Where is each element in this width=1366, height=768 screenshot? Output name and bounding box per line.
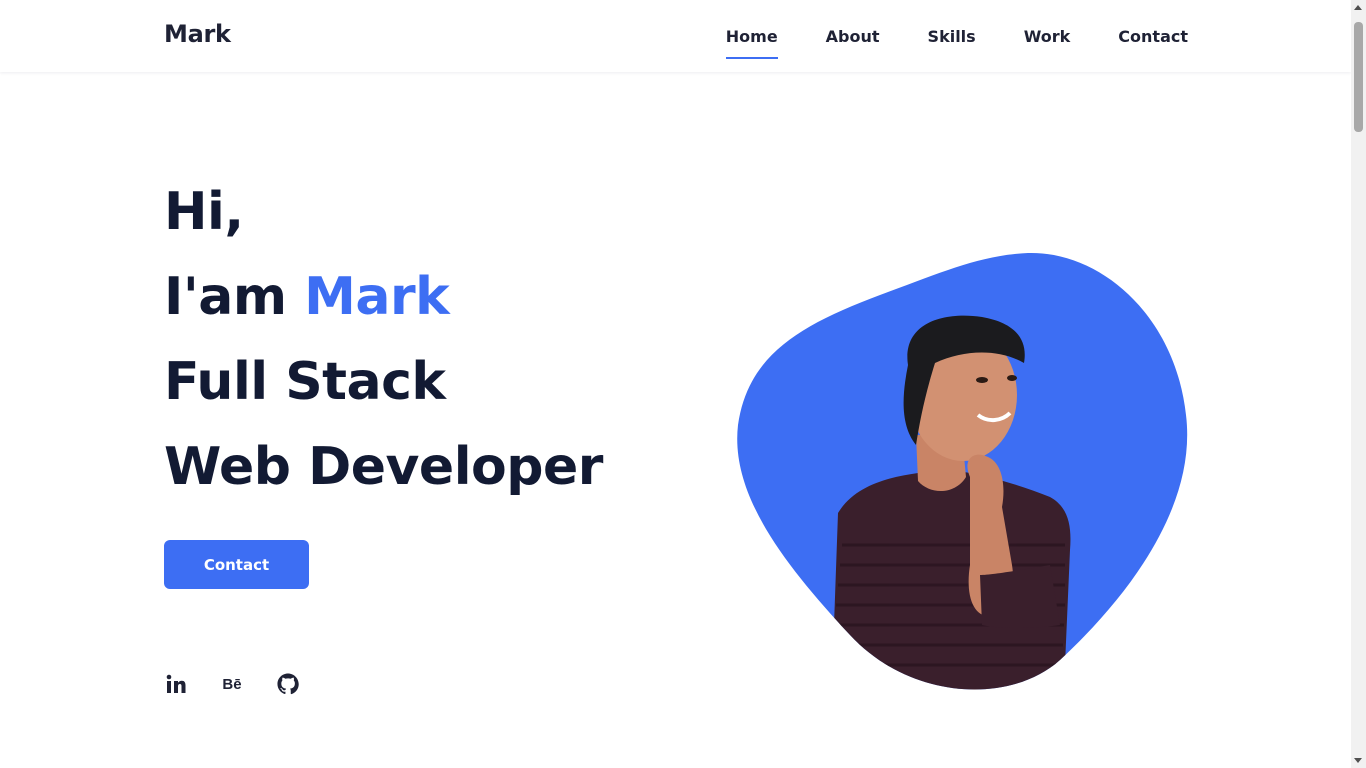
page: Mark Home About Skills Work Contact Hi, … [0, 0, 1366, 768]
github-icon[interactable] [276, 672, 300, 696]
behance-icon[interactable]: Bē [220, 672, 244, 696]
hero-illustration [737, 252, 1188, 690]
linkedin-icon[interactable] [164, 672, 188, 696]
site-header: Mark Home About Skills Work Contact [0, 0, 1351, 72]
main-nav: Home About Skills Work Contact [678, 0, 1188, 72]
social-links: Bē [164, 672, 332, 696]
nav-contact[interactable]: Contact [1118, 27, 1188, 46]
hero-title: Hi, I'am Mark Full Stack Web Developer [164, 170, 603, 510]
hero-role-line-2: Web Developer [164, 437, 603, 497]
hero-role-line-1: Full Stack [164, 352, 446, 412]
hero-greeting: Hi, [164, 182, 244, 242]
scroll-down-icon[interactable] [1354, 758, 1362, 763]
nav-about[interactable]: About [826, 27, 880, 46]
scroll-up-icon[interactable] [1354, 5, 1362, 10]
contact-button[interactable]: Contact [164, 540, 309, 589]
nav-work[interactable]: Work [1024, 27, 1071, 46]
nav-home[interactable]: Home [725, 27, 778, 59]
scroll-thumb[interactable] [1354, 22, 1363, 132]
hero-name: Mark [304, 267, 450, 327]
logo[interactable]: Mark [164, 20, 231, 48]
hero-intro-prefix: I'am [164, 267, 305, 327]
hero-intro-line: I'am Mark [164, 255, 603, 340]
nav-skills[interactable]: Skills [928, 27, 976, 46]
vertical-scrollbar[interactable] [1351, 0, 1366, 768]
